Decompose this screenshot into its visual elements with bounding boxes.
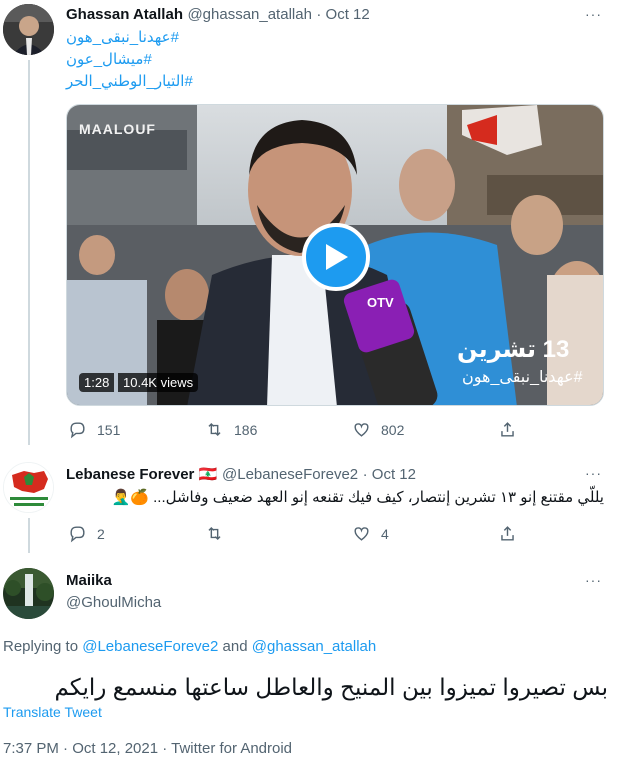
- overlay-title: 13 تشرين: [457, 336, 570, 363]
- like-button[interactable]: 4: [352, 524, 389, 543]
- avatar[interactable]: [3, 568, 54, 619]
- video-views: 10.4K views: [118, 373, 199, 392]
- tweet-date[interactable]: · Oct 12: [316, 6, 369, 23]
- mention-link[interactable]: @LebaneseForeve2: [82, 638, 218, 655]
- more-options-icon[interactable]: ···: [585, 572, 602, 588]
- retweet-button[interactable]: 186: [205, 420, 257, 439]
- hashtag[interactable]: #ميشال_عون: [66, 50, 152, 68]
- play-icon: [326, 244, 348, 270]
- shop-sign: MAALOUF: [79, 121, 156, 137]
- video-duration: 1:28: [79, 373, 115, 392]
- display-name[interactable]: Lebanese Forever: [66, 466, 194, 483]
- like-button[interactable]: 802: [352, 420, 404, 439]
- hashtag[interactable]: #التيار_الوطني_الحر: [66, 72, 193, 90]
- like-count: 802: [381, 421, 405, 438]
- avatar[interactable]: [3, 462, 54, 513]
- handle[interactable]: @ghassan_atallah: [187, 6, 311, 23]
- more-options-icon[interactable]: ···: [585, 465, 602, 481]
- heart-icon: [354, 423, 369, 437]
- play-button[interactable]: [302, 223, 370, 291]
- video-player[interactable]: MAALOUF OTV 13 تشرين #عهدنا_نبقى_هون 1:2…: [66, 104, 604, 406]
- thread-line: [28, 518, 30, 553]
- translate-tweet-link[interactable]: Translate Tweet: [3, 704, 102, 720]
- heart-icon: [354, 527, 369, 541]
- like-count: 4: [381, 525, 389, 542]
- mention-link[interactable]: @ghassan_atallah: [252, 638, 376, 655]
- share-icon: [501, 526, 514, 541]
- retweet-button[interactable]: [205, 524, 234, 543]
- handle[interactable]: @LebaneseForeve2: [222, 466, 358, 483]
- reply-count: 2: [97, 525, 105, 542]
- reply-icon: [70, 422, 85, 439]
- replying-prefix: Replying to: [3, 638, 79, 655]
- share-button[interactable]: [498, 420, 517, 439]
- tweet-timestamp[interactable]: 7:37 PM · Oct 12, 2021 · Twitter for And…: [3, 740, 292, 757]
- share-icon: [501, 422, 514, 437]
- handle[interactable]: @GhoulMicha: [66, 594, 161, 611]
- retweet-count: 186: [234, 421, 258, 438]
- retweet-icon: [208, 526, 221, 541]
- display-name[interactable]: Ghassan Atallah: [66, 6, 183, 23]
- reply-icon: [70, 526, 85, 543]
- overlay-hashtag: #عهدنا_نبقى_هون: [462, 369, 583, 386]
- tweet-text: يللّي مقتنع إنو ١٣ تشرين إنتصار، كيف فيك…: [111, 489, 604, 506]
- retweet-icon: [208, 422, 221, 437]
- avatar[interactable]: [3, 4, 54, 55]
- tweet-date[interactable]: · Oct 12: [363, 466, 416, 483]
- more-options-icon[interactable]: ···: [585, 6, 602, 22]
- reply-button[interactable]: 151: [68, 420, 120, 439]
- flag-icon: 🇱🇧: [198, 466, 218, 483]
- replying-and: and: [222, 638, 248, 655]
- share-button[interactable]: [498, 524, 517, 543]
- reply-count: 151: [97, 421, 121, 438]
- tweet-header: Ghassan Atallah @ghassan_atallah · Oct 1…: [66, 6, 370, 24]
- tweet-header: Lebanese Forever 🇱🇧 @LebaneseForeve2 · O…: [66, 465, 416, 484]
- display-name[interactable]: Maiika: [66, 572, 112, 589]
- hashtag[interactable]: #عهدنا_نبقى_هون: [66, 28, 179, 46]
- mic-logo: OTV: [367, 295, 394, 310]
- thread-line: [28, 60, 30, 445]
- reply-button[interactable]: 2: [68, 524, 105, 543]
- replying-to: Replying to @LebaneseForeve2 and @ghassa…: [3, 638, 376, 655]
- tweet-text: بس تصيروا تميزوا بين المنيح والعاطل ساعت…: [54, 674, 608, 700]
